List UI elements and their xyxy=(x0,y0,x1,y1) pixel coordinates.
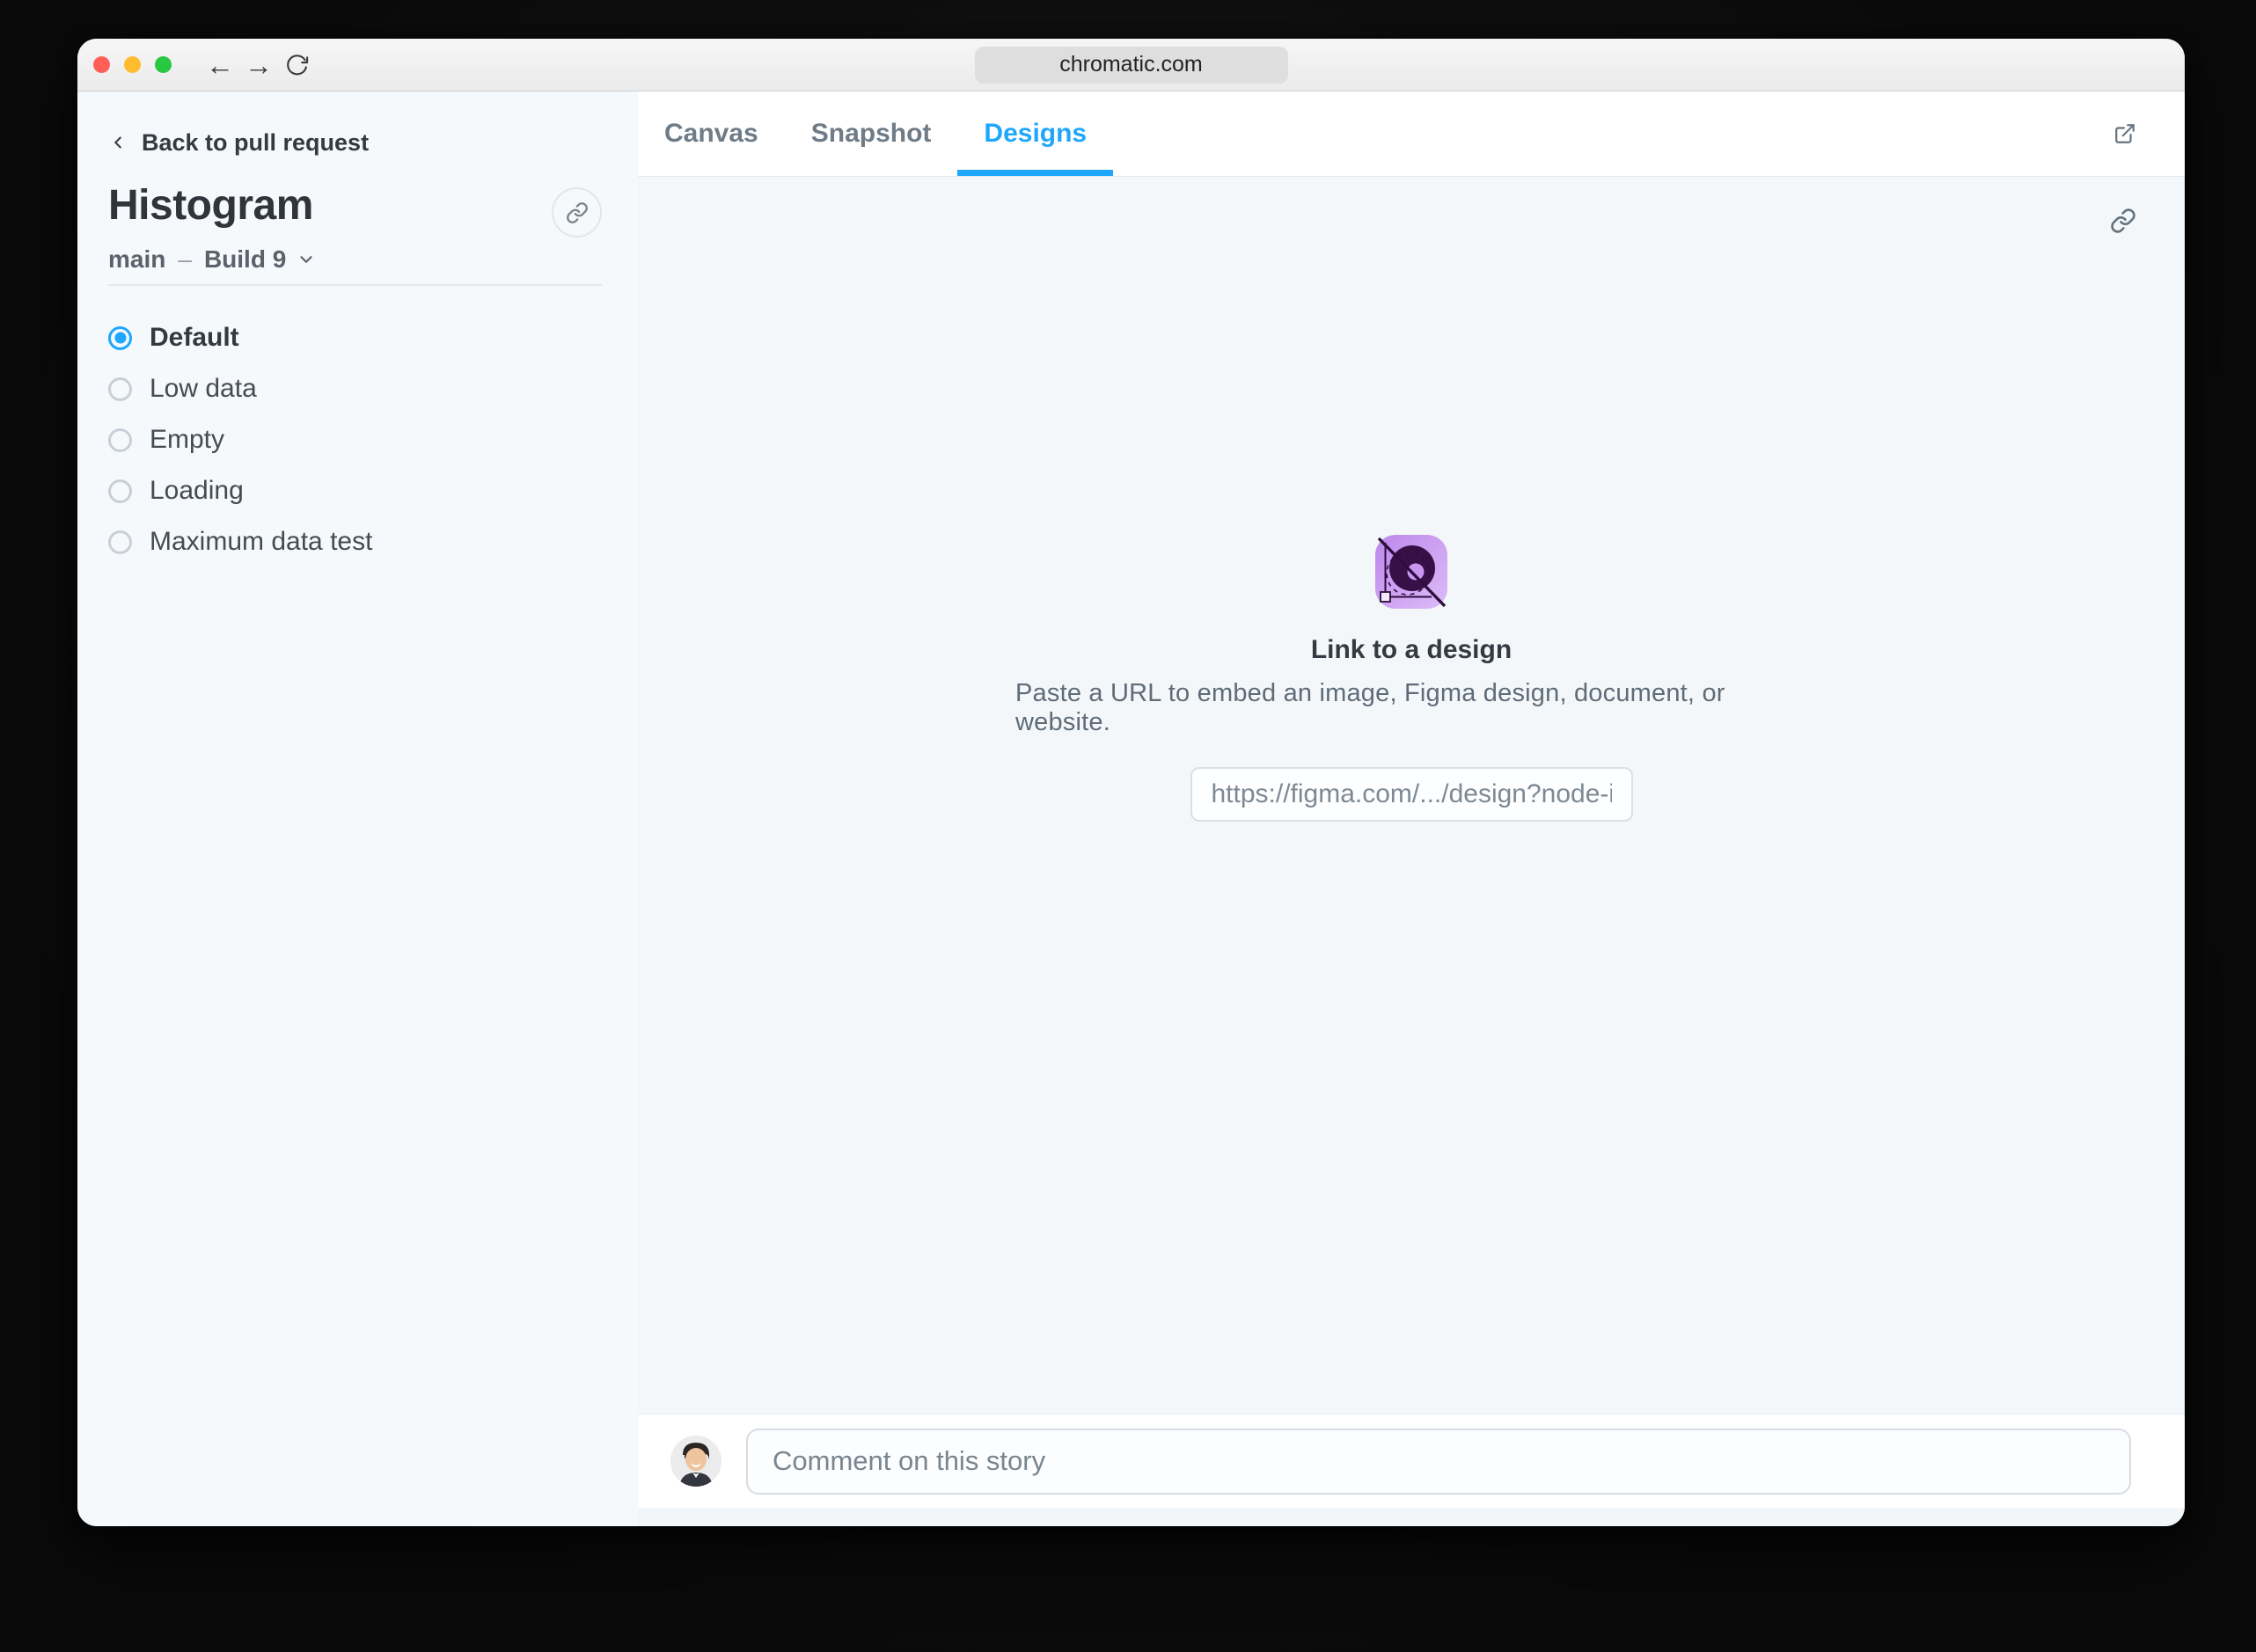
bottom-strip xyxy=(638,1508,2185,1526)
app-body: Back to pull request Histogram main – Bu… xyxy=(77,91,2185,1526)
copy-permalink-button[interactable] xyxy=(2104,201,2142,240)
browser-toolbar: ← → chromatic.com xyxy=(77,39,2185,91)
zoom-window-button[interactable] xyxy=(155,56,172,73)
story-item-low-data[interactable]: Low data xyxy=(108,363,607,414)
tab-designs[interactable]: Designs xyxy=(957,91,1114,176)
link-icon xyxy=(566,201,588,223)
branch-build-selector[interactable]: main – Build 9 xyxy=(108,245,316,274)
design-block-description: Paste a URL to embed an image, Figma des… xyxy=(1015,679,1725,736)
sidebar-divider xyxy=(108,284,602,286)
radio-selected-icon[interactable] xyxy=(108,325,132,350)
url-bar[interactable]: chromatic.com xyxy=(974,46,1288,84)
tab-canvas[interactable]: Canvas xyxy=(638,91,785,176)
build-label: Build 9 xyxy=(203,245,287,273)
branch-build-separator: – xyxy=(178,245,192,273)
main-content: Canvas Snapshot Designs Link to a design… xyxy=(638,91,2185,1526)
story-item-loading[interactable]: Loading xyxy=(108,465,607,516)
chevron-left-icon xyxy=(114,136,121,149)
radio-icon[interactable] xyxy=(108,479,132,503)
close-window-button[interactable] xyxy=(93,56,110,73)
forward-button[interactable]: → xyxy=(245,50,273,80)
tab-snapshot[interactable]: Snapshot xyxy=(785,91,958,176)
back-button[interactable]: ← xyxy=(206,50,234,80)
design-block-title: Link to a design xyxy=(1310,635,1513,664)
comment-input[interactable] xyxy=(746,1428,2131,1495)
designs-panel: Link to a design Paste a URL to embed an… xyxy=(638,177,2185,1414)
chevron-down-icon xyxy=(300,256,312,263)
browser-window: ← → chromatic.com Back to pull request H… xyxy=(77,39,2185,1526)
back-link-label: Back to pull request xyxy=(142,128,370,156)
story-item-label: Maximum data test xyxy=(150,527,373,556)
external-link-icon xyxy=(2115,124,2135,143)
link-design-block: Link to a design Paste a URL to embed an… xyxy=(1015,535,1807,822)
story-item-label: Low data xyxy=(150,374,257,403)
story-item-label: Loading xyxy=(150,476,244,505)
reload-icon xyxy=(287,54,309,75)
copy-story-link-button[interactable] xyxy=(552,187,602,238)
desktop-background: ← → chromatic.com Back to pull request H… xyxy=(0,0,2256,1652)
comment-bar xyxy=(638,1414,2185,1508)
sidebar: Back to pull request Histogram main – Bu… xyxy=(77,91,638,1526)
browser-nav: ← → xyxy=(206,50,311,80)
branch-label: main xyxy=(108,245,166,273)
tab-bar: Canvas Snapshot Designs xyxy=(638,91,2185,177)
story-item-empty[interactable]: Empty xyxy=(108,414,607,465)
story-item-maximum-data-test[interactable]: Maximum data test xyxy=(108,516,607,567)
reload-button[interactable] xyxy=(284,50,311,80)
link-icon xyxy=(2111,208,2135,233)
story-item-label: Empty xyxy=(150,425,225,454)
back-to-pull-request-link[interactable]: Back to pull request xyxy=(108,127,369,158)
story-item-default[interactable]: Default xyxy=(108,312,607,363)
radio-icon[interactable] xyxy=(108,530,132,554)
story-list: Default Low data Empty Loading Maximum d… xyxy=(108,312,607,567)
design-url-input[interactable] xyxy=(1190,767,1633,822)
user-avatar xyxy=(670,1436,721,1487)
traffic-lights xyxy=(93,56,172,73)
minimize-window-button[interactable] xyxy=(124,56,141,73)
radio-icon[interactable] xyxy=(108,376,132,401)
open-in-new-window-button[interactable] xyxy=(2106,114,2144,153)
url-text: chromatic.com xyxy=(1059,52,1203,77)
radio-icon[interactable] xyxy=(108,428,132,452)
avatar-photo xyxy=(670,1436,721,1487)
story-item-label: Default xyxy=(150,323,239,352)
design-reference-icon xyxy=(1375,535,1447,609)
